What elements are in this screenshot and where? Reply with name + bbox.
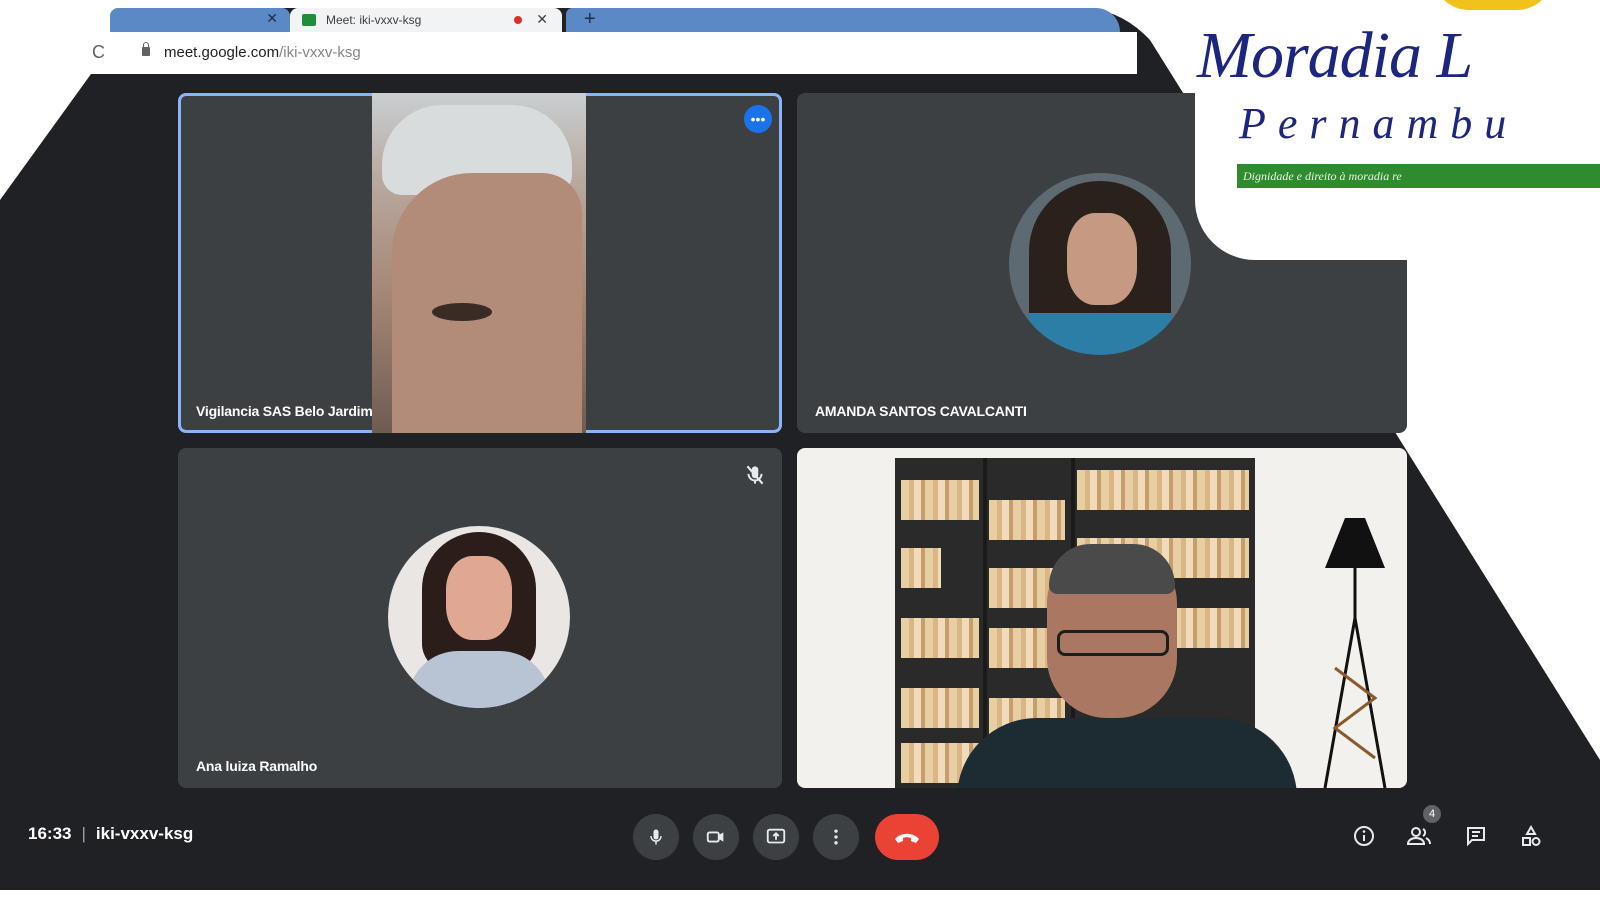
meeting-control-bar: 16:33 | iki-vxxv-ksg 4 — [0, 800, 1600, 870]
close-tab-icon[interactable]: ✕ — [536, 11, 548, 28]
participant-tile-4[interactable] — [797, 448, 1407, 788]
more-options-button[interactable] — [813, 814, 859, 860]
participant-tile-3[interactable]: Ana luiza Ramalho — [178, 448, 782, 788]
meeting-details: 16:33 | iki-vxxv-ksg — [28, 824, 194, 843]
participant-avatar — [1009, 173, 1191, 355]
meeting-code: iki-vxxv-ksg — [95, 824, 194, 843]
lock-icon[interactable] — [142, 42, 150, 56]
logo-tagline: Dignidade e direito à moradia re — [1237, 164, 1600, 188]
reload-icon[interactable]: C — [92, 42, 105, 63]
floor-lamp-image — [1323, 518, 1387, 788]
moradia-logo: Moradia L Pernambu Dignidade e direito à… — [1195, 0, 1600, 260]
chat-icon — [1467, 827, 1485, 847]
meeting-time: 16:33 — [28, 824, 72, 843]
recording-dot-icon — [514, 16, 522, 24]
logo-emblem — [1433, 0, 1553, 10]
participant-name: Ana luiza Ramalho — [196, 758, 318, 774]
address-bar[interactable]: C meet.google.com/iki-vxxv-ksg — [62, 32, 1137, 74]
tab-title: Meet: iki-vxxv-ksg — [326, 13, 422, 27]
info-icon — [1354, 826, 1374, 846]
meet-favicon-icon — [302, 14, 316, 26]
browser-tab-previous[interactable]: ✕ — [110, 8, 290, 32]
tab-strip-spacer: + — [566, 8, 1120, 32]
url-text[interactable]: meet.google.com/iki-vxxv-ksg — [164, 44, 361, 61]
end-call-button[interactable] — [875, 814, 939, 860]
logo-title: Moradia L — [1197, 19, 1473, 92]
meeting-info-button[interactable] — [1350, 822, 1378, 850]
more-vert-icon — [834, 829, 838, 845]
camera-icon — [706, 831, 724, 843]
participant-tile-1[interactable]: ••• Vigilancia SAS Belo Jardim — [178, 93, 782, 433]
people-button[interactable] — [1405, 822, 1433, 850]
present-screen-button[interactable] — [753, 814, 799, 860]
participants-count-badge: 4 — [1423, 805, 1441, 823]
new-tab-icon[interactable]: + — [584, 8, 596, 31]
participant-video — [957, 544, 1297, 788]
participant-name: Vigilancia SAS Belo Jardim — [196, 403, 373, 419]
participant-name: AMANDA SANTOS CAVALCANTI — [815, 403, 1027, 419]
browser-tab-active[interactable]: Meet: iki-vxxv-ksg ✕ — [290, 8, 562, 32]
microphone-button[interactable] — [633, 814, 679, 860]
close-tab-icon[interactable]: ✕ — [266, 10, 278, 27]
logo-subtitle: Pernambu — [1239, 99, 1519, 148]
end-call-icon — [895, 833, 919, 843]
activities-button[interactable] — [1517, 822, 1545, 850]
camera-button[interactable] — [693, 814, 739, 860]
present-icon — [766, 828, 786, 844]
mic-off-icon — [746, 465, 764, 485]
chat-button[interactable] — [1462, 822, 1490, 850]
mic-icon — [650, 829, 662, 845]
participant-avatar — [388, 526, 570, 708]
browser-tab-strip: ✕ Meet: iki-vxxv-ksg ✕ + — [110, 8, 1120, 32]
people-icon — [1406, 827, 1431, 845]
more-options-icon[interactable]: ••• — [744, 105, 772, 133]
activities-icon — [1522, 824, 1541, 846]
participant-video — [372, 93, 586, 433]
